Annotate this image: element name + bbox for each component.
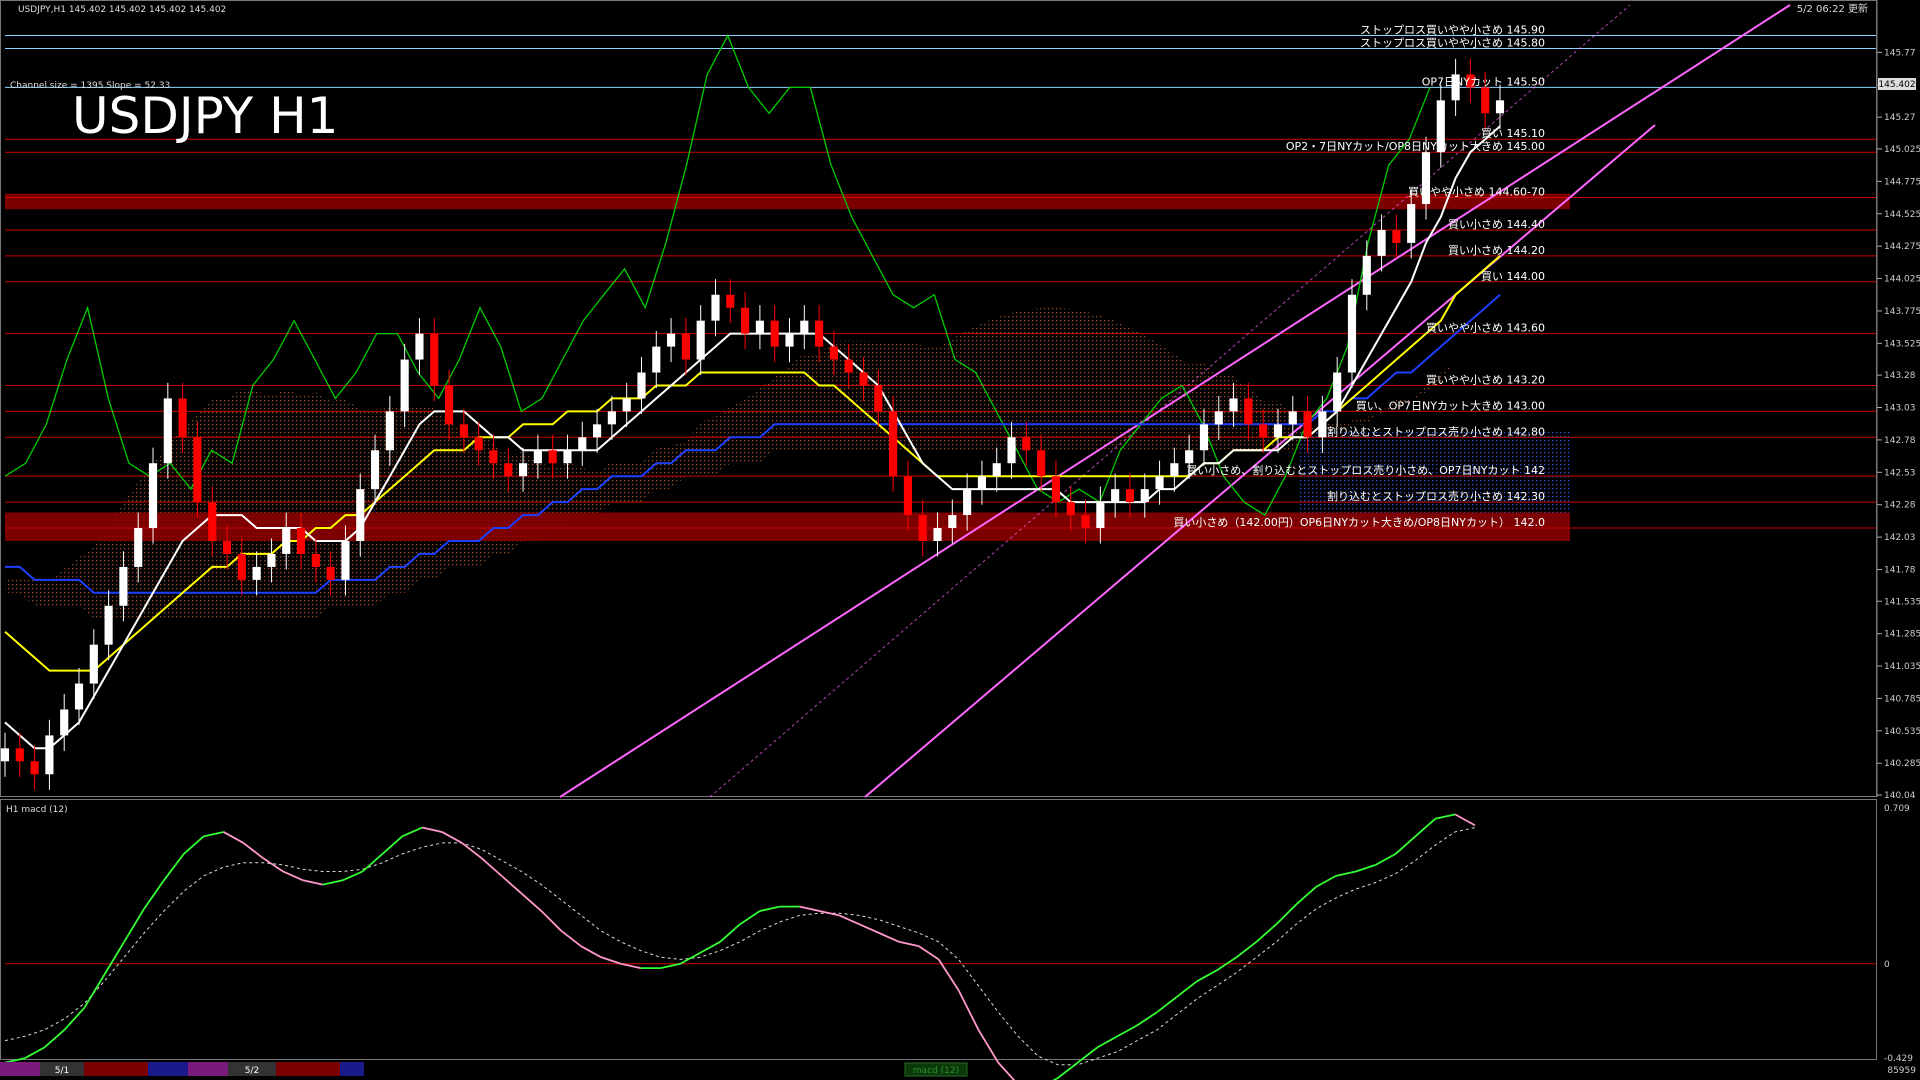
current-price-value: 145.402 [1878,80,1915,90]
price-tick-label: 143.525 [1884,339,1920,349]
macd-tick-label: 0.709 [1884,804,1910,814]
macd-tick-label: -0.429 [1884,1054,1913,1064]
level-label: 買い、OP7日NYカット大きめ 143.00 [1356,398,1545,412]
date-tab-2: 5/2 [245,1066,259,1076]
level-label: 買いやや小さめ 144.60-70 [1408,186,1545,199]
price-tick-label: 143.03 [1884,404,1916,414]
resistance-zone-band [5,193,1570,210]
level-label: 買い小さめ 144.20 [1448,244,1545,257]
price-tick-label: 141.285 [1884,630,1920,640]
date-tab-1: 5/1 [55,1066,69,1076]
level-label: 割り込むとストップロス売り小さめ 142.30 [1327,489,1545,503]
level-label: 割り込むとストップロス売り小さめ 142.80 [1327,424,1545,438]
level-label: 買いやや小さめ 143.20 [1426,373,1545,386]
level-label: 買い 145.10 [1481,127,1545,140]
price-tick-label: 141.035 [1884,662,1920,672]
price-tick-label: 142.78 [1884,436,1916,446]
candle [1347,279,1357,389]
price-tick-label: 145.025 [1884,145,1920,155]
symbol-header: USDJPY,H1 145.402 145.402 145.402 145.40… [18,5,226,15]
price-tick-label: 140.535 [1884,727,1920,737]
level-label: ストップロス買いやや小さめ 145.80 [1360,37,1545,50]
price-tick-label: 145.27 [1884,113,1916,123]
updated-time: 5/2 06:22 更新 [1797,2,1868,15]
chart-stage: ストップロス買いやや小さめ 145.90ストップロス買いやや小さめ 145.80… [0,0,1920,1080]
price-tick-label: 145.77 [1884,48,1916,58]
price-tick-label: 144.525 [1884,210,1920,220]
price-tick-label: 144.775 [1884,177,1920,187]
macd-label: H1 macd (12) [6,805,68,815]
level-label: 買い 144.00 [1481,270,1545,283]
price-tick-label: 141.78 [1884,565,1916,575]
tick-count: 85959 [1887,1066,1916,1076]
price-tick-label: 140.04 [1884,791,1916,801]
price-tick-label: 140.285 [1884,759,1920,769]
price-tick-label: 143.775 [1884,307,1920,317]
price-tick-label: 140.785 [1884,694,1920,704]
price-tick-label: 143.28 [1884,371,1916,381]
level-label: 買いやや小さめ 143.60 [1426,322,1545,335]
level-label: 買い小さめ、割り込むとストップロス売り小さめ、OP7日NYカット 142 [1186,463,1545,477]
level-label: ストップロス買いやや小さめ 145.90 [1360,24,1545,37]
level-label: OP2・7日NYカット/OP8日NYカット大きめ 145.00 [1286,139,1545,153]
level-label: OP7日NYカット 145.50 [1422,75,1545,88]
level-label: 買い小さめ 144.40 [1448,218,1545,231]
macd-tab-label: macd (12) [913,1066,959,1076]
level-label: 買い小さめ（142.00円）OP6日NYカット大きめ/OP8日NYカット） 14… [1173,515,1545,529]
macd-tick-label: 0 [1884,960,1890,970]
chart-title: USDJPY H1 [72,87,338,145]
price-tick-label: 141.535 [1884,597,1920,607]
price-tick-label: 142.03 [1884,533,1916,543]
price-tick-label: 142.53 [1884,468,1916,478]
price-tick-label: 142.28 [1884,501,1916,511]
price-tick-label: 144.025 [1884,275,1920,285]
price-tick-label: 144.275 [1884,242,1920,252]
